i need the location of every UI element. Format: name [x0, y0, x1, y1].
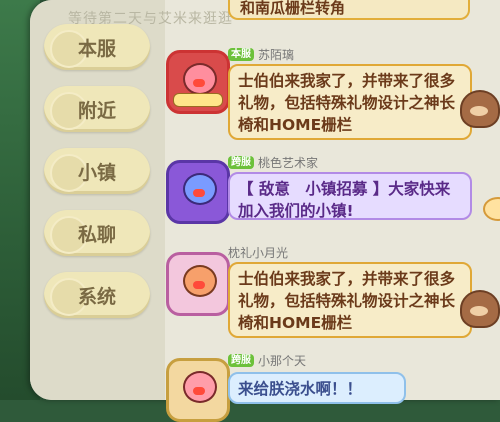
tab-label: 小镇 — [78, 162, 117, 184]
chat-bubble: 士伯伯来我家了，并带来了很多礼物，包括特殊礼物设计之神长椅和HOME栅栏 — [228, 262, 472, 338]
user-avatar[interactable] — [166, 358, 230, 422]
message-text: 来给朕浇水啊！！ — [238, 380, 363, 398]
tab-nearby[interactable]: 附近 — [44, 86, 150, 132]
tab-label: 系统 — [78, 286, 117, 308]
avatar-beak-icon — [193, 79, 205, 87]
chat-message-partial: 和南瓜栅栏转角 — [228, 0, 470, 20]
avatar-beak-icon — [193, 387, 205, 395]
sender-name[interactable]: 小那个天 — [258, 352, 306, 369]
chat-bubble: 士伯伯来我家了，并带来了很多礼物，包括特殊礼物设计之神长椅和HOME栅栏 — [228, 64, 472, 140]
server-tag-badge: 本服 — [228, 47, 254, 61]
message-header: 枕礼小月光 — [228, 244, 288, 260]
message-header: 跨服 小那个天 — [228, 352, 306, 368]
chat-bubble: 来给朕浇水啊！！ — [228, 372, 406, 404]
user-avatar[interactable] — [166, 50, 230, 114]
message-header: 跨服 桃色艺术家 — [228, 154, 318, 170]
message-text: 士伯伯来我家了，并带来了很多礼物，包括特殊礼物设计之神长椅和HOME栅栏 — [238, 270, 456, 332]
sender-name[interactable]: 桃色艺术家 — [258, 154, 318, 171]
user-avatar[interactable] — [166, 160, 230, 224]
avatar-beak-icon — [193, 189, 205, 197]
avatar-nameplate-icon — [173, 93, 223, 107]
tab-label: 附近 — [78, 100, 117, 122]
sender-name[interactable]: 枕礼小月光 — [228, 244, 288, 261]
tab-label: 私聊 — [78, 224, 117, 246]
tab-town[interactable]: 小镇 — [44, 148, 150, 194]
message-text: 士伯伯来我家了，并带来了很多礼物，包括特殊礼物设计之神长椅和HOME栅栏 — [238, 72, 456, 134]
bear-mascot-icon — [460, 90, 500, 128]
server-tag-badge: 跨服 — [228, 353, 254, 367]
tab-local-server[interactable]: 本服 — [44, 24, 150, 70]
message-header: 本服 苏陌璃 — [228, 46, 294, 62]
sender-name[interactable]: 苏陌璃 — [258, 46, 294, 63]
tab-system[interactable]: 系统 — [44, 272, 150, 318]
chat-bubble: 【 敌意 小镇招募 】大家快来加入我们的小镇! — [228, 172, 472, 220]
user-avatar[interactable] — [166, 252, 230, 316]
tab-private-chat[interactable]: 私聊 — [44, 210, 150, 256]
server-tag-badge: 跨服 — [228, 155, 254, 169]
tab-label: 本服 — [78, 38, 117, 60]
bear-mascot-icon — [460, 290, 500, 328]
message-text: 【 敌意 小镇招募 】大家快来加入我们的小镇! — [238, 180, 451, 220]
avatar-beak-icon — [193, 281, 205, 289]
